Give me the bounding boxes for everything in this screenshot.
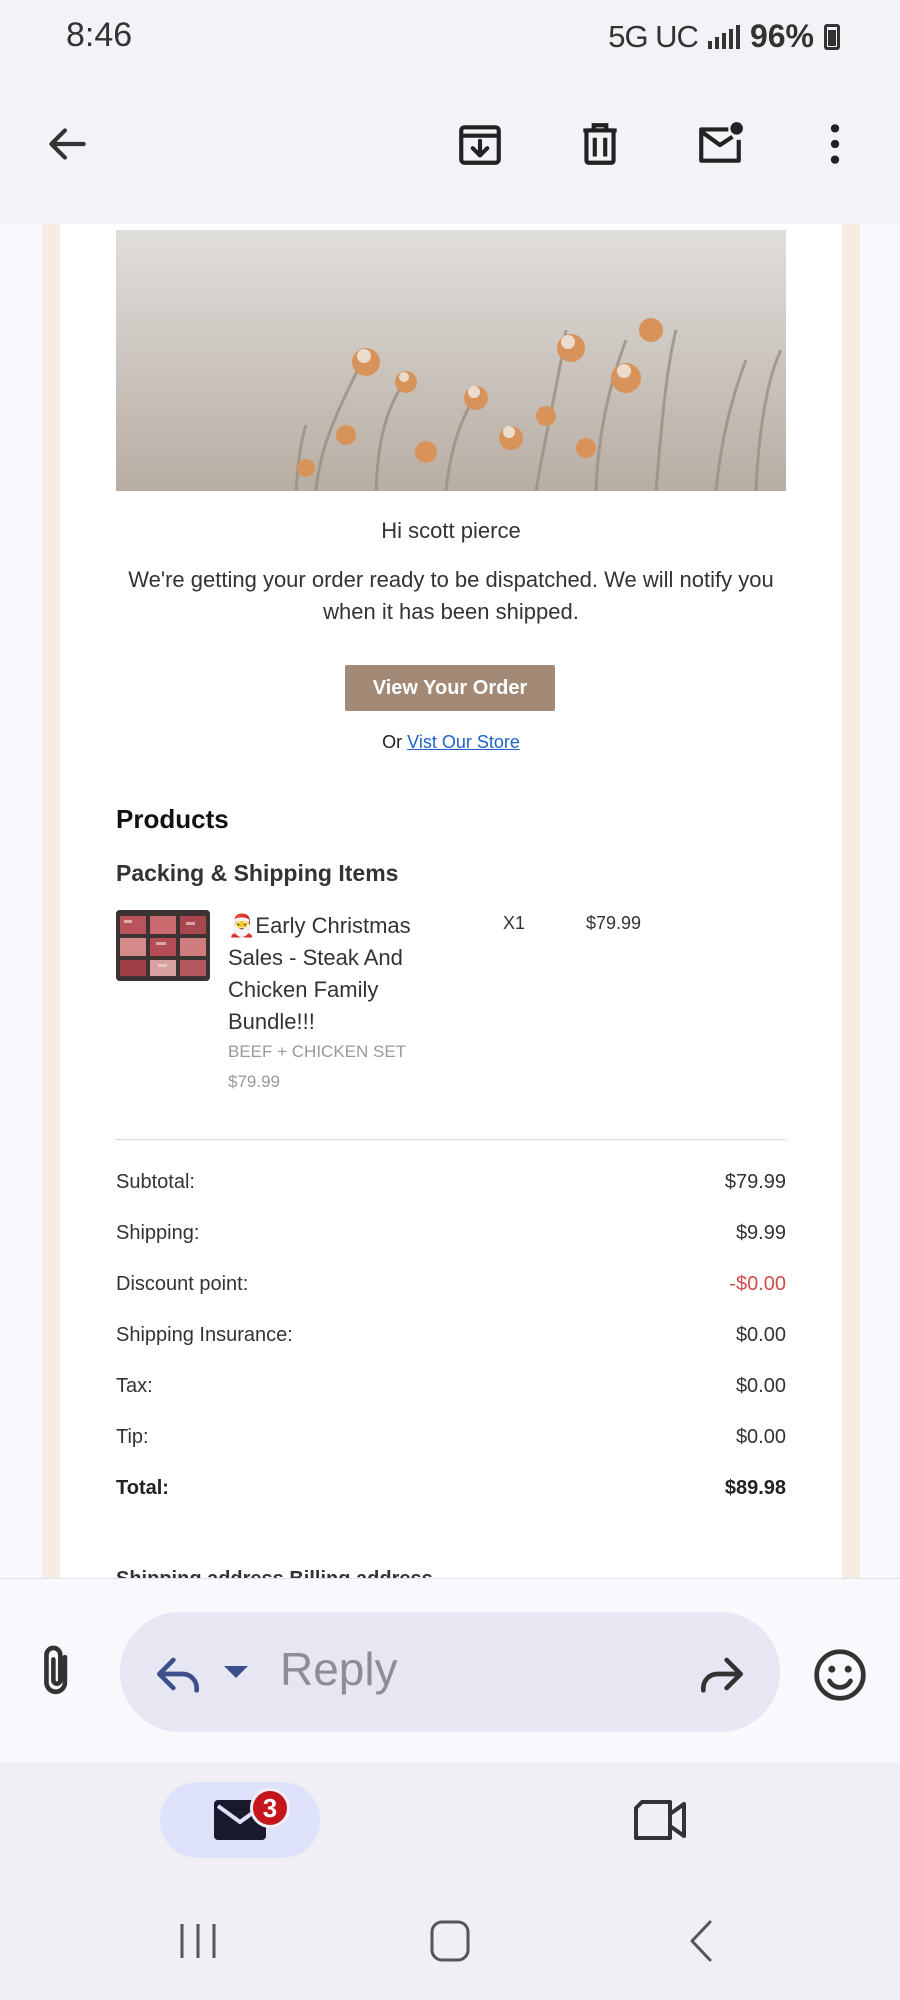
email-card: Hi scott pierce We're getting your order…: [60, 224, 842, 1578]
summary-value: -$0.00: [729, 1273, 786, 1295]
summary-row-tip: Tip: $0.00: [116, 1426, 786, 1449]
battery-percent: 96%: [749, 18, 814, 54]
products-heading: Products: [116, 804, 229, 834]
summary-row-shipping: Shipping: $9.99: [116, 1222, 786, 1245]
summary-label: Tax:: [116, 1375, 153, 1397]
tab-meet[interactable]: [600, 1782, 720, 1858]
summary-divider: [116, 1139, 786, 1140]
more-options-button[interactable]: [800, 109, 870, 179]
view-order-button[interactable]: View Your Order: [345, 665, 555, 711]
reply-icon[interactable]: [150, 1646, 206, 1702]
summary-label: Total:: [116, 1477, 169, 1499]
product-thumbnail[interactable]: [116, 910, 210, 981]
summary-value: $89.98: [724, 1477, 786, 1499]
address-headings: Shipping address Billing address: [116, 1568, 433, 1578]
summary-label: Shipping:: [116, 1222, 200, 1244]
summary-row-insurance: Shipping Insurance: $0.00: [116, 1324, 786, 1347]
visit-store-link[interactable]: Vist Our Store: [407, 732, 520, 752]
summary-value: $0.00: [735, 1375, 786, 1397]
summary-label: Discount point:: [116, 1273, 249, 1295]
back-button[interactable]: [32, 109, 102, 179]
summary-value: $0.00: [735, 1426, 786, 1448]
email-body[interactable]: Hi scott pierce We're getting your order…: [0, 224, 900, 1578]
product-line-price: $79.99: [586, 913, 642, 933]
battery-icon: [824, 23, 840, 50]
tab-mail[interactable]: 3: [160, 1782, 320, 1858]
system-back-icon[interactable]: [672, 1916, 732, 1966]
product-variant: BEEF + CHICKEN SET: [228, 1042, 407, 1061]
video-camera-icon: [634, 1800, 686, 1840]
reply-field[interactable]: Reply: [120, 1612, 780, 1732]
summary-row-subtotal: Subtotal: $79.99: [116, 1171, 786, 1194]
summary-label: Tip:: [116, 1426, 149, 1448]
home-icon[interactable]: [420, 1916, 480, 1966]
greeting-text: Hi scott pierce: [381, 518, 521, 543]
signal-icon: [707, 24, 740, 49]
mark-unread-icon: [699, 122, 743, 163]
forward-icon[interactable]: [694, 1646, 750, 1702]
product-unit-price: $79.99: [228, 1072, 280, 1091]
mark-unread-button[interactable]: [685, 109, 755, 179]
meat-package-image: [116, 910, 210, 981]
summary-row-discount: Discount point: -$0.00: [116, 1273, 786, 1296]
attachment-icon[interactable]: [30, 1641, 86, 1701]
more-vert-icon: [830, 124, 840, 164]
archive-icon: [459, 125, 501, 165]
hero-image: [116, 230, 786, 491]
summary-label: Shipping Insurance:: [116, 1324, 293, 1346]
bottom-navigation: 3: [0, 1762, 900, 1880]
emoji-icon[interactable]: [812, 1647, 868, 1703]
recent-apps-icon[interactable]: [168, 1916, 228, 1966]
summary-row-total: Total: $89.98: [116, 1477, 786, 1500]
summary-value: $79.99: [724, 1171, 786, 1193]
reply-options-dropdown-icon[interactable]: [224, 1666, 248, 1678]
system-navigation: [0, 1880, 900, 2000]
delete-button[interactable]: [565, 109, 635, 179]
order-message: We're getting your order ready to be dis…: [128, 567, 774, 624]
summary-row-tax: Tax: $0.00: [116, 1375, 786, 1398]
trash-icon: [583, 123, 617, 165]
network-type: 5G UC: [608, 18, 699, 54]
section-heading: Packing & Shipping Items: [116, 860, 399, 886]
store-prefix: Or: [382, 732, 403, 752]
product-name[interactable]: 🎅Early Christmas Sales - Steak And Chick…: [228, 910, 428, 1038]
summary-label: Subtotal:: [116, 1171, 195, 1193]
email-toolbar: [0, 74, 900, 224]
email-frame: Hi scott pierce We're getting your order…: [42, 224, 860, 1578]
reply-placeholder[interactable]: Reply: [280, 1642, 398, 1696]
back-arrow-icon: [49, 128, 86, 160]
unread-badge: 3: [250, 1788, 290, 1828]
store-line: Or Vist Our Store: [116, 732, 786, 753]
summary-value: $9.99: [735, 1222, 786, 1244]
status-bar: 8:46 5G UC 96%: [0, 0, 900, 74]
status-indicators: 5G UC 96%: [608, 18, 840, 55]
reply-bar: Reply: [0, 1578, 900, 1762]
archive-button[interactable]: [445, 109, 515, 179]
summary-value: $0.00: [735, 1324, 786, 1346]
frosted-flowers-image: [116, 230, 786, 491]
product-quantity: X1: [503, 913, 526, 933]
status-time: 8:46: [66, 16, 133, 54]
